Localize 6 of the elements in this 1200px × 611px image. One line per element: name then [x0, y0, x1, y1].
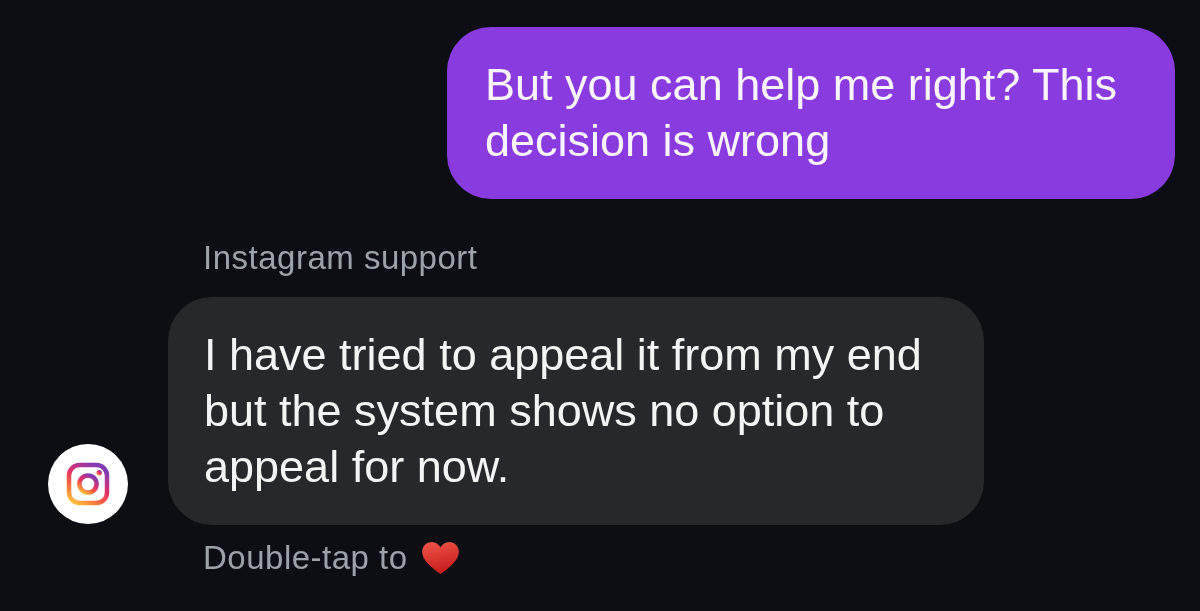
heart-icon: [421, 541, 459, 575]
incoming-message: I have tried to appeal it from my end but the system shows no option to appeal for now.: [168, 297, 984, 525]
sender-name: Instagram support: [203, 238, 478, 278]
hint-text: Double-tap to: [203, 538, 408, 578]
camera-icon: [48, 444, 128, 524]
outgoing-message: But you can help me right? This decision is wrong: [447, 27, 1175, 199]
